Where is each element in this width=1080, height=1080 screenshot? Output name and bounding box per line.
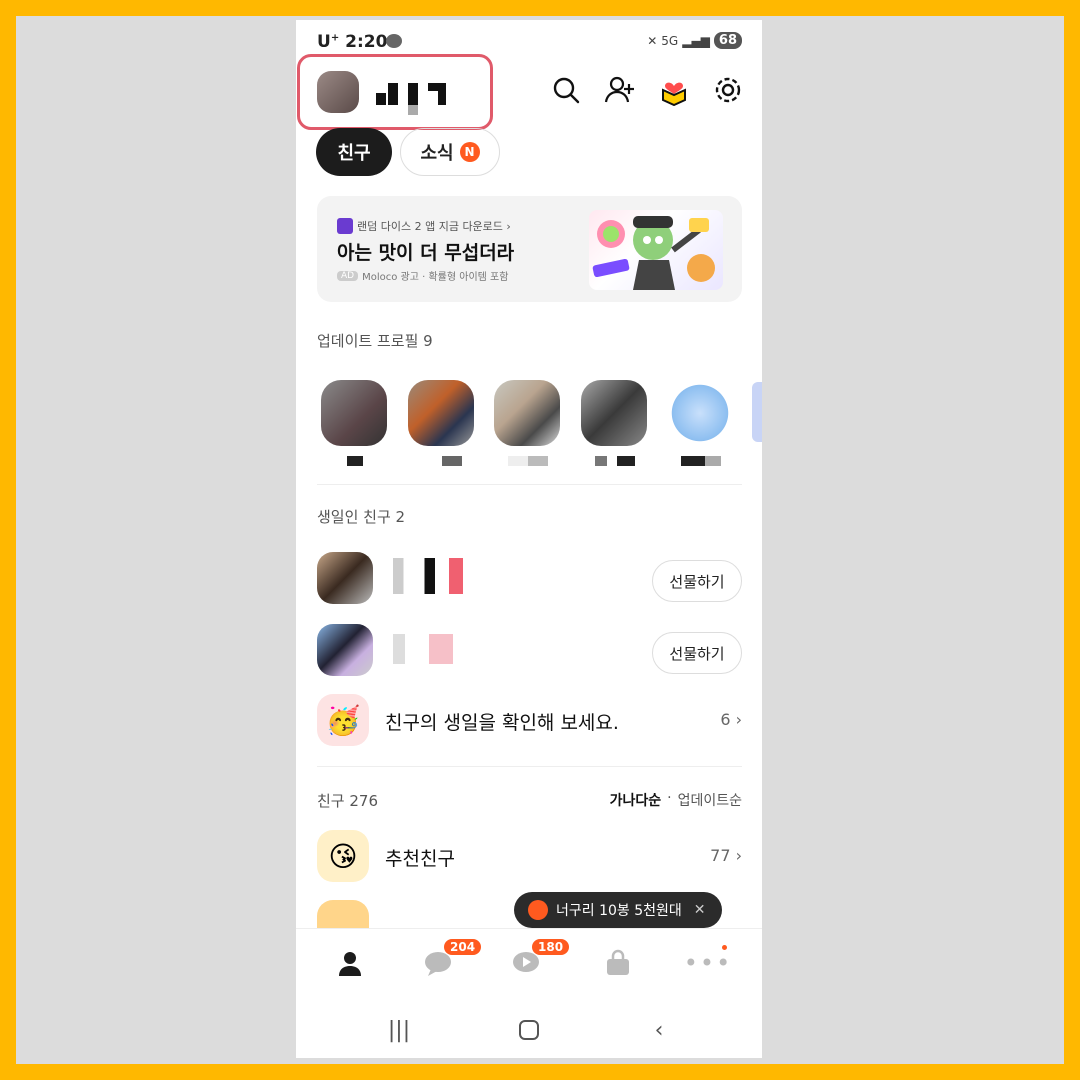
gift-button[interactable]: 선물하기: [652, 560, 742, 602]
close-icon[interactable]: ✕: [694, 902, 706, 918]
updated-profile-partial[interactable]: [752, 382, 762, 442]
friend-avatar: [317, 624, 373, 676]
updated-profile[interactable]: [321, 380, 387, 466]
divider: [317, 766, 742, 767]
timer-icon: [528, 900, 548, 920]
settings-icon[interactable]: [712, 74, 744, 106]
my-avatar[interactable]: [317, 71, 359, 113]
battery-indicator: 68: [713, 32, 742, 49]
friends-label: 친구 276: [317, 792, 378, 810]
channel-icon-partial[interactable]: [317, 900, 369, 930]
party-face-icon: 🥳: [317, 694, 369, 746]
status-time: U+ 2:20: [317, 32, 388, 52]
ad-banner[interactable]: 랜덤 다이스 2 앱 지금 다운로드 › 아는 맛이 더 무섭더라 AD Mol…: [317, 196, 742, 302]
tab-news[interactable]: 소식 N: [400, 128, 500, 176]
talk-notification-icon: [386, 34, 402, 48]
my-name-blurred[interactable]: [376, 83, 456, 115]
chevron-right-icon: ›: [735, 710, 742, 729]
recommended-friends-text: 추천친구: [385, 848, 455, 870]
divider: [317, 484, 742, 485]
mute-icon: ✕: [647, 33, 658, 48]
friend-avatar: [317, 552, 373, 604]
birthday-check-row[interactable]: 🥳 친구의 생일을 확인해 보세요. 6 ›: [317, 692, 742, 748]
home-icon[interactable]: [504, 1010, 554, 1050]
friend-name-blurred: [393, 634, 453, 664]
recent-apps-icon[interactable]: |||: [374, 1010, 424, 1050]
sort-options: 가나다순 · 업데이트순: [609, 790, 742, 810]
add-friend-icon[interactable]: [604, 74, 636, 106]
promo-toast[interactable]: 너구리 10봉 5천원대 ✕: [514, 892, 722, 928]
chat-unread-badge: 204: [444, 939, 482, 955]
ad-title: 아는 맛이 더 무섭더라: [337, 242, 515, 264]
recommended-friends-row[interactable]: 😘 추천친구 77 ›: [317, 830, 742, 886]
tab-friends-icon[interactable]: [328, 943, 372, 983]
openchat-unread-badge: 180: [532, 939, 570, 955]
updated-profile[interactable]: [581, 380, 647, 466]
birthday-friend-row[interactable]: 선물하기: [317, 624, 742, 684]
tab-shopping-icon[interactable]: [596, 943, 640, 983]
updates-label: 업데이트 프로필 9: [317, 332, 433, 350]
sort-alphabetical[interactable]: 가나다순: [610, 790, 662, 810]
friend-name-blurred: [393, 558, 463, 594]
system-nav-bar: ||| ‹: [296, 1000, 762, 1058]
bottom-tab-bar: 204 180 •••: [296, 928, 762, 1000]
updated-profile[interactable]: [667, 380, 733, 466]
ad-meta: AD Moloco 광고 · 확률형 아이템 포함: [337, 268, 508, 283]
birthday-check-count: 6 ›: [720, 710, 742, 729]
phone-screen: U+ 2:20 ✕ 5G ▂▄▆ 68 친구 소식 N 랜덤 다이스 2 앱 지…: [296, 20, 762, 1058]
updated-profile[interactable]: [494, 380, 560, 466]
status-icons: ✕ 5G ▂▄▆ 68: [647, 32, 742, 49]
kiss-face-icon: 😘: [317, 830, 369, 882]
birthday-check-text: 친구의 생일을 확인해 보세요.: [385, 712, 619, 734]
more-new-dot: [722, 945, 727, 950]
app-icon: [337, 218, 353, 234]
signal-icon: ▂▄▆: [682, 33, 710, 48]
tab-friends[interactable]: 친구: [316, 128, 392, 176]
updated-profile[interactable]: [408, 380, 474, 466]
birthday-friend-row[interactable]: 선물하기: [317, 552, 742, 612]
gift-button[interactable]: 선물하기: [652, 632, 742, 674]
back-icon[interactable]: ‹: [634, 1010, 684, 1050]
birthdays-label: 생일인 친구 2: [317, 508, 406, 526]
header-actions: [550, 74, 744, 106]
gift-icon[interactable]: [658, 74, 690, 106]
network-label: 5G: [661, 33, 679, 48]
ad-app-line: 랜덤 다이스 2 앱 지금 다운로드 ›: [337, 218, 511, 234]
recommended-count: 77 ›: [710, 846, 742, 865]
ad-illustration: [589, 210, 723, 290]
news-new-badge: N: [459, 142, 480, 162]
search-icon[interactable]: [550, 74, 582, 106]
chevron-right-icon: ›: [735, 846, 742, 865]
sort-updated[interactable]: 업데이트순: [678, 790, 742, 810]
